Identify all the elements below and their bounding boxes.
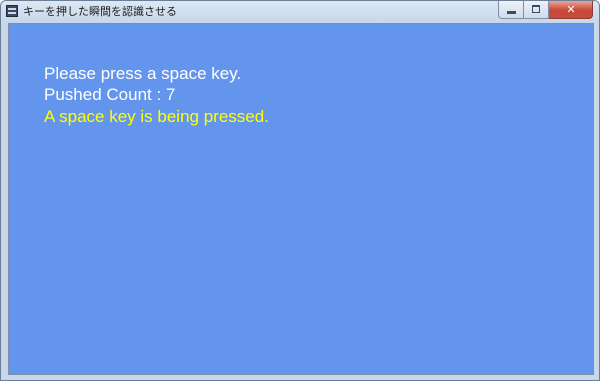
- app-window-icon[interactable]: [6, 5, 18, 17]
- pushed-count-text: Pushed Count : 7: [44, 85, 176, 104]
- client-area[interactable]: Please press a space key. Pushed Count :…: [8, 23, 594, 375]
- title-bar[interactable]: キーを押した瞬間を認識させる ✕: [1, 1, 599, 23]
- close-icon: ✕: [566, 3, 576, 16]
- app-window: キーを押した瞬間を認識させる ✕ Please press a space ke…: [0, 0, 600, 381]
- minimize-icon: [507, 11, 516, 14]
- maximize-button[interactable]: [524, 1, 549, 19]
- key-status-text: A space key is being pressed.: [44, 107, 269, 126]
- instruction-text: Please press a space key.: [44, 64, 242, 83]
- maximize-icon: [532, 5, 540, 13]
- window-controls: ✕: [498, 1, 593, 19]
- window-title: キーを押した瞬間を認識させる: [23, 5, 177, 18]
- close-button[interactable]: ✕: [549, 1, 593, 19]
- minimize-button[interactable]: [498, 1, 524, 19]
